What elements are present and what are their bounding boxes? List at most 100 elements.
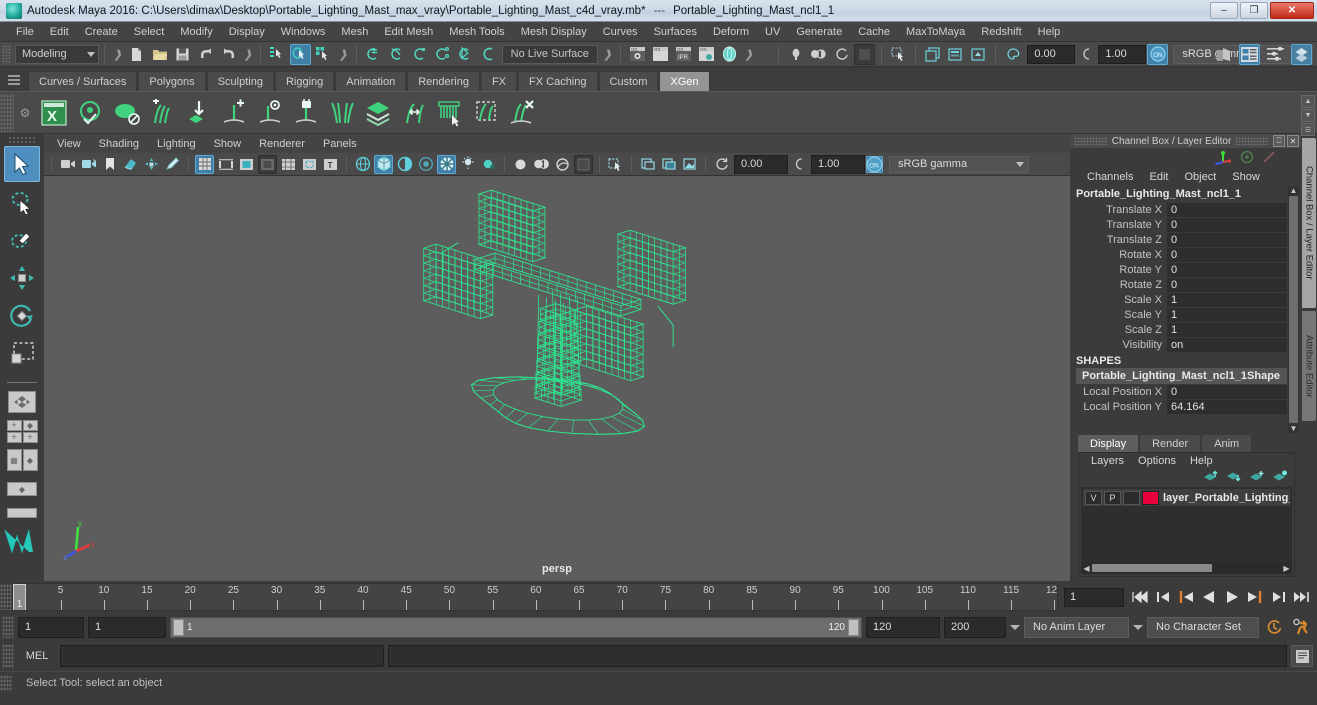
anim-layer-dropdown[interactable]: No Anim Layer (1024, 616, 1129, 638)
snap-curve-icon[interactable] (386, 44, 407, 65)
layer-list-horizontal-scrollbar[interactable]: ◀ ▶ (1081, 562, 1292, 574)
view-transform-icon[interactable] (854, 43, 876, 65)
save-scene-icon[interactable] (172, 44, 193, 65)
film-gate-icon[interactable] (216, 155, 235, 174)
safe-action-icon[interactable] (300, 155, 319, 174)
anim-end-field[interactable]: 200 (944, 616, 1006, 638)
vp-gamma-icon[interactable] (789, 155, 808, 174)
move-layer-up-icon[interactable] (1203, 470, 1219, 486)
xgen-add-description-icon[interactable] (217, 95, 251, 131)
time-slider-grip[interactable] (0, 584, 12, 610)
channel-row[interactable]: Translate X 0 (1070, 202, 1287, 217)
snap-view-plane-icon[interactable] (455, 44, 476, 65)
range-right-handle[interactable] (848, 618, 859, 636)
layer-tab-render[interactable]: Render (1140, 435, 1201, 452)
menu-deform[interactable]: Deform (705, 24, 757, 40)
grease-pencil-icon[interactable] (163, 155, 182, 174)
layer-name[interactable]: layer_Portable_Lighting_ (1163, 492, 1290, 504)
menu-maxtomaya[interactable]: MaxToMaya (898, 24, 973, 40)
wireframe-icon[interactable] (353, 155, 372, 174)
channel-row[interactable]: Local Position Y 64.164 (1070, 399, 1287, 414)
channel-row[interactable]: Translate Z 0 (1070, 232, 1287, 247)
shelf-tab-polygons[interactable]: Polygons (138, 71, 206, 91)
screen-space-ao-icon[interactable] (479, 155, 498, 174)
select-component-icon[interactable] (313, 44, 334, 65)
play-backwards-icon[interactable] (1199, 587, 1219, 607)
live-surface-field[interactable]: No Live Surface (501, 44, 598, 64)
shelf-tab-custom[interactable]: Custom (598, 71, 659, 91)
channel-value[interactable]: 1 (1167, 292, 1287, 307)
collapse-arrow-icon-5[interactable]: ❱ (744, 48, 753, 61)
shelf-menu-icon[interactable] (8, 72, 22, 88)
menu-cache[interactable]: Cache (850, 24, 898, 40)
xgen-comb-icon[interactable] (433, 95, 467, 131)
channel-box-menu-object[interactable]: Object (1177, 170, 1223, 184)
open-scene-icon[interactable] (149, 44, 170, 65)
layer-visibility-toggle[interactable]: V (1085, 490, 1102, 505)
shelf-tab-sculpting[interactable]: Sculpting (206, 71, 274, 91)
close-icon[interactable]: ✕ (1287, 135, 1299, 147)
collapse-arrow-icon-4[interactable]: ❱ (603, 48, 612, 61)
attribute-editor-toggle-icon[interactable] (1239, 44, 1260, 65)
shelf-overflow-button[interactable]: ☰ (1301, 123, 1315, 136)
render-setup-icon[interactable] (1213, 44, 1234, 65)
manipulator-icon[interactable] (1215, 149, 1233, 168)
viewport-menu-panels[interactable]: Panels (314, 137, 366, 151)
step-back-keyframe-icon[interactable] (1153, 587, 1173, 607)
exposure-icon-2[interactable] (1076, 44, 1097, 65)
step-forward-frame-icon[interactable] (1245, 587, 1265, 607)
anim-start-field[interactable]: 1 (18, 616, 84, 638)
tool-settings-toggle-icon[interactable] (1265, 44, 1286, 65)
layer-color-swatch[interactable] (1142, 490, 1159, 505)
motion-blur-icon[interactable] (511, 155, 530, 174)
scale-tool[interactable] (4, 336, 40, 372)
range-left-handle[interactable] (173, 618, 184, 636)
shelf-tab-rigging[interactable]: Rigging (274, 71, 335, 91)
safe-title-icon[interactable]: T (321, 155, 340, 174)
vp-color-management-icon[interactable]: ON (866, 155, 883, 173)
channel-value[interactable]: 1 (1167, 322, 1287, 337)
viewport-menu-show[interactable]: Show (205, 137, 251, 151)
shelf-scroll-down-button[interactable]: ▼ (1301, 109, 1315, 122)
channel-row[interactable]: Local Position X 0 (1070, 384, 1287, 399)
viewport-menu-view[interactable]: View (48, 137, 90, 151)
multisample-icon[interactable] (532, 155, 551, 174)
xgen-length-icon[interactable] (397, 95, 431, 131)
layer-menu-options[interactable]: Options (1132, 455, 1182, 467)
paint-select-tool[interactable] (4, 222, 40, 258)
channel-value[interactable]: 1 (1167, 307, 1287, 322)
snap-projected-icon[interactable] (432, 44, 453, 65)
channel-box-scrollbar[interactable]: ▲ ▼ (1288, 186, 1299, 433)
use-all-lights-icon[interactable] (437, 154, 456, 174)
exposure-toggle-icon[interactable] (785, 44, 806, 65)
channel-value[interactable]: 0 (1167, 262, 1287, 277)
xgen-part-icon[interactable] (325, 95, 359, 131)
render-sequence-icon[interactable]: 1111 (650, 44, 671, 65)
viewport-menu-lighting[interactable]: Lighting (148, 137, 205, 151)
xgen-layers-icon[interactable] (361, 95, 395, 131)
maximize-button[interactable]: ❐ (1240, 2, 1268, 19)
new-layer-from-selected-icon[interactable] (1272, 470, 1288, 486)
color-management-refresh-icon[interactable] (831, 44, 852, 65)
layer-tab-anim[interactable]: Anim (1202, 435, 1252, 452)
gate-mask-icon[interactable] (258, 154, 277, 174)
hscroll-right-arrow-icon[interactable]: ▶ (1281, 564, 1292, 573)
menu-file[interactable]: File (8, 24, 42, 40)
image-plane-icon[interactable] (121, 155, 140, 174)
ipr-render-icon[interactable]: 1111 IPR (673, 44, 694, 65)
color-management-icon[interactable] (1002, 44, 1023, 65)
menu-help[interactable]: Help (1030, 24, 1069, 40)
channel-value[interactable]: 0 (1167, 202, 1287, 217)
menu-windows[interactable]: Windows (273, 24, 334, 40)
xgen-preview-icon[interactable] (73, 95, 107, 131)
layer-playback-toggle[interactable]: P (1104, 490, 1121, 505)
command-line-grip[interactable] (2, 644, 14, 668)
close-button[interactable]: ✕ (1270, 2, 1314, 19)
undock-icon[interactable]: ⎕ (1273, 135, 1286, 147)
viewport-menu-shading[interactable]: Shading (90, 137, 148, 151)
layer-list[interactable]: V Player_Portable_Lighting_ (1081, 487, 1292, 562)
shelf-grip[interactable] (0, 93, 14, 132)
channel-row[interactable]: Scale Y 1 (1070, 307, 1287, 322)
open-channel-box-icon[interactable] (945, 44, 966, 65)
redo-icon[interactable] (218, 44, 239, 65)
